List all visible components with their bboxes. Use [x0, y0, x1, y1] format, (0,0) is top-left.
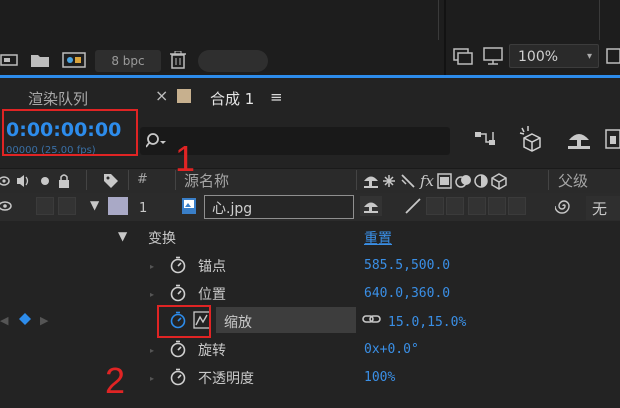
annotation-box-timecode [2, 109, 138, 156]
layer-expand-arrow-icon[interactable]: ▼ [90, 198, 99, 212]
switches-icons: fx [362, 172, 532, 190]
property-scale-label: 缩放 [224, 315, 252, 331]
draft-3d-icon[interactable] [518, 126, 546, 152]
transform-group-label: 变换 [148, 231, 176, 247]
property-position-label: 位置 [198, 287, 226, 303]
tab-composition[interactable]: 合成 1 [210, 88, 254, 109]
constrain-proportions-link-icon[interactable] [362, 312, 382, 326]
solo-switch[interactable] [36, 197, 54, 215]
layer-number: 1 [139, 201, 148, 216]
motion-blur-switch[interactable] [468, 197, 486, 215]
adjustment-layer-switch[interactable] [488, 197, 506, 215]
property-bullet: ▸ [150, 346, 155, 355]
composition-color-swatch [177, 89, 191, 103]
stopwatch-icon[interactable] [169, 284, 187, 302]
property-rotation-label: 旋转 [198, 343, 226, 359]
project-bit-depth-button[interactable]: 8 bpc [95, 50, 161, 72]
parent-dropdown[interactable]: 无 [586, 196, 620, 220]
property-rotation-value[interactable]: 0x+0.0° [364, 342, 419, 357]
tab-render-queue[interactable]: 渲染队列 [28, 88, 88, 109]
video-visibility-eye-icon[interactable] [0, 200, 14, 212]
composition-mini-flowchart-icon[interactable] [474, 128, 500, 150]
tab-menu-icon[interactable]: ≡ [270, 88, 283, 106]
layer-label-color[interactable] [108, 197, 128, 215]
next-keyframe-icon[interactable]: ▶ [40, 314, 48, 327]
magnification-dropdown[interactable]: 100% ▾ [509, 44, 599, 68]
new-folder-icon[interactable] [30, 52, 50, 68]
delete-trash-icon[interactable] [170, 51, 186, 69]
parent-value: 无 [592, 200, 608, 218]
interpret-footage-icon[interactable] [0, 52, 18, 68]
property-bullet: ▸ [150, 374, 155, 383]
divider [438, 0, 439, 40]
new-composition-icon[interactable] [62, 51, 86, 69]
effects-switch[interactable] [426, 197, 444, 215]
stopwatch-icon[interactable] [169, 340, 187, 358]
zoom-value: 100% [518, 49, 559, 65]
monitor-icon[interactable] [482, 46, 504, 66]
add-keyframe-diamond-icon[interactable] [18, 312, 32, 326]
divider [599, 0, 600, 40]
previous-keyframe-icon[interactable]: ◀ [0, 314, 8, 327]
divider [86, 170, 87, 190]
property-opacity-label: 不透明度 [198, 371, 254, 387]
shy-switch[interactable] [360, 196, 382, 216]
toggle-transparency-icon[interactable] [606, 46, 620, 66]
frame-blend-switch[interactable] [446, 197, 464, 215]
close-tab-icon[interactable]: × [155, 86, 168, 105]
parent-pick-whip-icon[interactable] [555, 197, 573, 215]
av-features-icons [0, 173, 80, 189]
property-anchor-point-label: 锚点 [198, 259, 226, 275]
transform-expand-arrow-icon[interactable]: ▼ [118, 229, 127, 243]
property-scale-value[interactable]: 15.0,15.0% [388, 315, 466, 330]
property-opacity-value[interactable]: 100% [364, 370, 395, 385]
column-number-header: # [137, 172, 148, 187]
svg-text:fx: fx [419, 172, 435, 190]
property-anchor-point-value[interactable]: 585.5,500.0 [364, 258, 450, 273]
divider [356, 170, 357, 190]
label-tag-icon [102, 172, 120, 190]
3d-layer-switch[interactable] [508, 197, 526, 215]
annotation-box-stopwatch [157, 305, 211, 338]
frame-blending-icon[interactable] [604, 128, 620, 150]
column-parent-header[interactable]: 父级 [558, 170, 588, 191]
chevron-down-icon: ▾ [586, 51, 592, 62]
hide-shy-layers-icon[interactable] [566, 128, 592, 150]
property-bullet: ▸ [150, 290, 155, 299]
image-footage-icon [181, 197, 197, 215]
annotation-number-2: 2 [105, 360, 126, 401]
stopwatch-icon[interactable] [169, 368, 187, 386]
divider [128, 170, 129, 190]
quality-switch-icon[interactable] [404, 197, 422, 215]
property-position-value[interactable]: 640.0,360.0 [364, 286, 450, 301]
divider [548, 170, 549, 190]
search-icon [146, 132, 168, 150]
transform-reset-link[interactable]: 重置 [364, 228, 392, 248]
project-search-pill[interactable] [198, 50, 268, 72]
stopwatch-icon[interactable] [169, 256, 187, 274]
annotation-number-1: 1 [175, 138, 196, 179]
layer-name-text: 心.jpg [212, 201, 253, 217]
property-bullet: ▸ [150, 262, 155, 271]
lock-switch[interactable] [58, 197, 76, 215]
always-preview-icon[interactable] [452, 46, 474, 66]
